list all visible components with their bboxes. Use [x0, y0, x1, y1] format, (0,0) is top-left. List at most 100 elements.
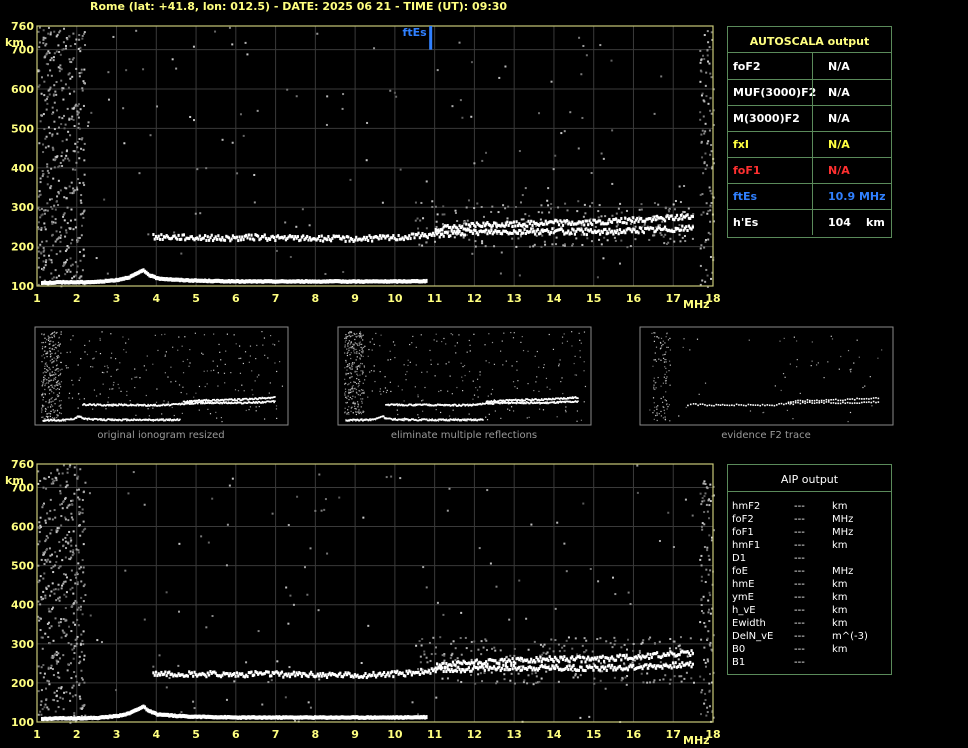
noise-dot	[442, 205, 445, 208]
noise-dot	[432, 636, 435, 639]
noise-dot	[62, 41, 65, 44]
autoscala-label: foF2	[733, 60, 761, 73]
noise-dot	[67, 130, 70, 133]
trace-point	[565, 219, 569, 223]
thumb-noise-dot	[345, 382, 347, 384]
thumb-noise-dot	[215, 411, 217, 413]
thumb-noise-dot	[59, 369, 61, 371]
thumb-noise-dot	[354, 371, 356, 373]
thumb-noise-dot	[434, 375, 436, 377]
trace-point	[465, 222, 468, 226]
autoscala-label: MUF(3000)F2	[733, 86, 817, 99]
thumb-noise-dot	[662, 406, 664, 408]
thumb-noise-dot	[170, 381, 172, 383]
thumb-noise-dot	[77, 407, 79, 409]
thumb-noise-dot	[362, 350, 364, 352]
noise-dot	[707, 231, 710, 234]
thumb-noise-dot	[148, 415, 150, 417]
thumb-trace-point	[524, 399, 526, 402]
noise-dot	[44, 146, 47, 149]
noise-dot	[44, 99, 47, 102]
thumb-noise-dot	[353, 352, 356, 354]
noise-dot	[341, 107, 344, 110]
thumb-noise-dot	[360, 413, 362, 415]
noise-dot	[40, 689, 43, 692]
thumb-noise-dot	[43, 405, 45, 407]
noise-dot	[58, 31, 61, 34]
noise-dot	[709, 204, 712, 207]
noise-dot	[703, 495, 706, 498]
noise-dot	[619, 202, 622, 205]
noise-dot	[37, 30, 40, 33]
thumb-noise-dot	[267, 357, 269, 359]
thumb-noise-dot	[103, 372, 105, 374]
thumb-noise-dot	[362, 351, 364, 353]
thumb-noise-dot	[536, 350, 538, 353]
thumb-trace-point	[448, 419, 451, 422]
thumb-noise-dot	[349, 396, 351, 399]
thumb-noise-dot	[49, 368, 51, 371]
thumb-noise-dot	[847, 349, 850, 352]
noise-dot	[69, 45, 72, 48]
noise-dot	[557, 643, 560, 646]
thumb-noise-dot	[118, 387, 120, 389]
trace-point	[257, 234, 260, 238]
noise-dot	[668, 647, 671, 650]
thumb-noise-dot	[538, 366, 540, 368]
thumb-noise-dot	[57, 388, 59, 390]
noise-dot	[65, 44, 68, 47]
noise-dot	[61, 538, 64, 541]
noise-dot	[78, 72, 81, 75]
thumb-noise-dot	[358, 352, 360, 355]
thumb-noise-dot	[167, 401, 169, 403]
noise-dot	[707, 102, 710, 105]
noise-dot	[80, 580, 83, 583]
noise-dot	[37, 70, 40, 73]
thumb-noise-dot	[48, 336, 50, 338]
thumb-noise-dot	[60, 407, 62, 409]
thumb-noise-dot	[669, 337, 671, 340]
thumb-noise-dot	[54, 385, 56, 387]
noise-dot	[199, 212, 202, 215]
thumb-noise-dot	[472, 398, 474, 400]
noise-dot	[65, 231, 68, 234]
noise-dot	[679, 240, 682, 243]
noise-dot	[42, 38, 45, 41]
thumb-noise-dot	[42, 416, 44, 418]
noise-dot	[509, 679, 512, 682]
noise-dot	[604, 215, 607, 218]
thumb-noise-dot	[583, 370, 585, 372]
noise-dot	[46, 74, 49, 77]
trace-point	[652, 226, 655, 230]
thumb-noise-dot	[165, 351, 167, 353]
thumb-trace-point	[820, 399, 823, 402]
noise-dot	[646, 681, 649, 684]
thumb-noise-dot	[669, 349, 672, 351]
trace-point	[343, 236, 346, 240]
noise-dot	[69, 219, 72, 222]
noise-dot	[66, 107, 69, 110]
trace-point	[348, 239, 351, 243]
thumb-noise-dot	[654, 388, 656, 391]
noise-dot	[55, 477, 58, 480]
thumb-noise-dot	[417, 414, 419, 416]
thumb-trace-point	[835, 398, 837, 401]
thumb-noise-dot	[92, 358, 94, 360]
thumb-trace-point	[863, 398, 865, 400]
thumb-noise-dot	[468, 370, 471, 373]
thumb-noise-dot	[653, 418, 655, 421]
noise-dot	[72, 107, 75, 110]
noise-dot	[61, 629, 64, 632]
thumb-noise-dot	[473, 394, 476, 396]
noise-dot	[465, 234, 468, 237]
thumb-noise-dot	[371, 349, 373, 351]
noise-dot	[76, 477, 79, 480]
trace-point	[681, 224, 684, 228]
thumb-noise-dot	[58, 374, 60, 377]
noise-dot	[44, 540, 47, 543]
noise-dot	[426, 661, 429, 664]
noise-dot	[74, 43, 77, 46]
trace-point	[632, 216, 635, 220]
noise-dot	[700, 638, 703, 641]
thumb-trace-point	[482, 419, 484, 421]
